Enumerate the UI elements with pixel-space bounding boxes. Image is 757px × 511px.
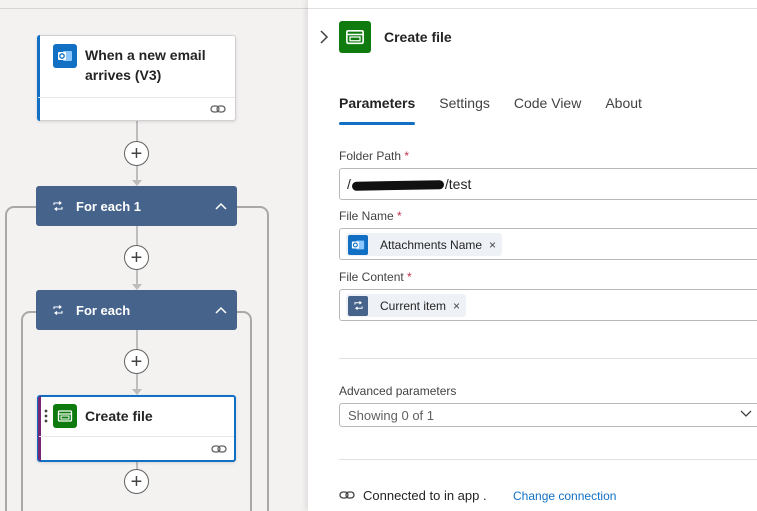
folder-path-value: / /test — [347, 176, 471, 192]
loop-icon — [348, 295, 368, 316]
tab-parameters[interactable]: Parameters — [339, 95, 416, 125]
tab-about[interactable]: About — [605, 95, 642, 125]
chevron-right-icon[interactable] — [318, 29, 330, 45]
attachments-name-token[interactable]: Attachments Name × — [346, 233, 503, 256]
folder-path-suffix: /test — [444, 176, 472, 192]
file-content-label: File Content * — [339, 270, 412, 284]
canvas-top-border — [0, 8, 308, 9]
for-each-header[interactable]: For each — [36, 290, 237, 330]
flow-canvas: + + + + When a new email arrives (V3) Fo… — [0, 0, 308, 511]
link-icon — [210, 105, 226, 113]
advanced-parameters-dropdown[interactable]: Showing 0 of 1 — [339, 403, 757, 427]
add-step-button[interactable]: + — [124, 349, 149, 374]
advanced-parameters-value: Showing 0 of 1 — [348, 408, 435, 423]
plus-icon: + — [130, 246, 143, 269]
current-item-token[interactable]: Current item × — [346, 294, 467, 317]
create-file-title: Create file — [85, 408, 153, 424]
trigger-card[interactable]: When a new email arrives (V3) — [37, 35, 236, 121]
plus-icon: + — [130, 470, 143, 493]
outlook-icon — [348, 234, 368, 255]
for-each-title: For each — [76, 302, 131, 318]
required-marker: * — [397, 209, 402, 223]
loop-icon — [53, 305, 63, 315]
drag-handle-icon[interactable] — [44, 409, 48, 423]
sharepoint-icon — [339, 21, 371, 53]
add-step-button[interactable]: + — [124, 141, 149, 166]
tab-settings[interactable]: Settings — [439, 95, 490, 125]
section-divider — [339, 459, 757, 460]
file-content-input[interactable]: Current item × — [339, 289, 757, 321]
file-name-input[interactable]: Attachments Name × — [339, 228, 757, 260]
add-step-button[interactable]: + — [124, 469, 149, 494]
sharepoint-icon — [53, 404, 77, 428]
file-name-label-text: File Name — [339, 209, 394, 223]
folder-path-prefix: / — [347, 176, 351, 192]
plus-icon: + — [130, 350, 143, 373]
trigger-title-line1: When a new email — [85, 47, 206, 63]
connection-link-icon — [339, 491, 355, 499]
loop-icon — [53, 201, 63, 211]
card-accent-bar — [37, 35, 40, 121]
card-accent-bar — [38, 396, 41, 461]
folder-path-label-text: Folder Path — [339, 149, 402, 163]
panel-title[interactable]: Create file — [384, 29, 452, 45]
advanced-parameters-label: Advanced parameters — [339, 384, 457, 398]
required-marker: * — [407, 270, 412, 284]
file-name-label: File Name * — [339, 209, 402, 223]
trigger-title-line2: arrives (V3) — [85, 67, 162, 83]
remove-token-button[interactable]: × — [453, 299, 460, 313]
connection-status: Connected to in app . — [363, 488, 487, 503]
card-divider — [39, 436, 234, 437]
change-connection-link[interactable]: Change connection — [513, 489, 616, 503]
remove-token-button[interactable]: × — [489, 238, 496, 252]
card-divider — [38, 97, 235, 98]
token-label: Current item — [380, 298, 447, 313]
section-divider — [339, 358, 757, 359]
action-details-panel: Create file Parameters Settings Code Vie… — [308, 0, 757, 511]
token-label: Attachments Name — [380, 237, 483, 252]
panel-tabs: Parameters Settings Code View About — [339, 95, 666, 125]
create-file-card[interactable]: Create file — [37, 395, 236, 462]
panel-top-border — [308, 8, 757, 9]
link-icon — [211, 445, 227, 453]
chevron-up-icon[interactable] — [215, 202, 227, 210]
redacted-path-segment — [351, 179, 444, 191]
required-marker: * — [404, 149, 410, 163]
for-each-1-title: For each 1 — [76, 198, 142, 214]
folder-path-input[interactable]: / /test — [339, 168, 757, 200]
chevron-down-icon — [740, 410, 752, 417]
for-each-1-header[interactable]: For each 1 — [36, 186, 237, 226]
chevron-up-icon[interactable] — [215, 306, 227, 314]
outlook-icon — [53, 44, 77, 68]
add-step-button[interactable]: + — [124, 245, 149, 270]
plus-icon: + — [130, 142, 143, 165]
folder-path-label: Folder Path * — [339, 149, 409, 163]
file-content-label-text: File Content — [339, 270, 404, 284]
tab-code-view[interactable]: Code View — [514, 95, 581, 125]
